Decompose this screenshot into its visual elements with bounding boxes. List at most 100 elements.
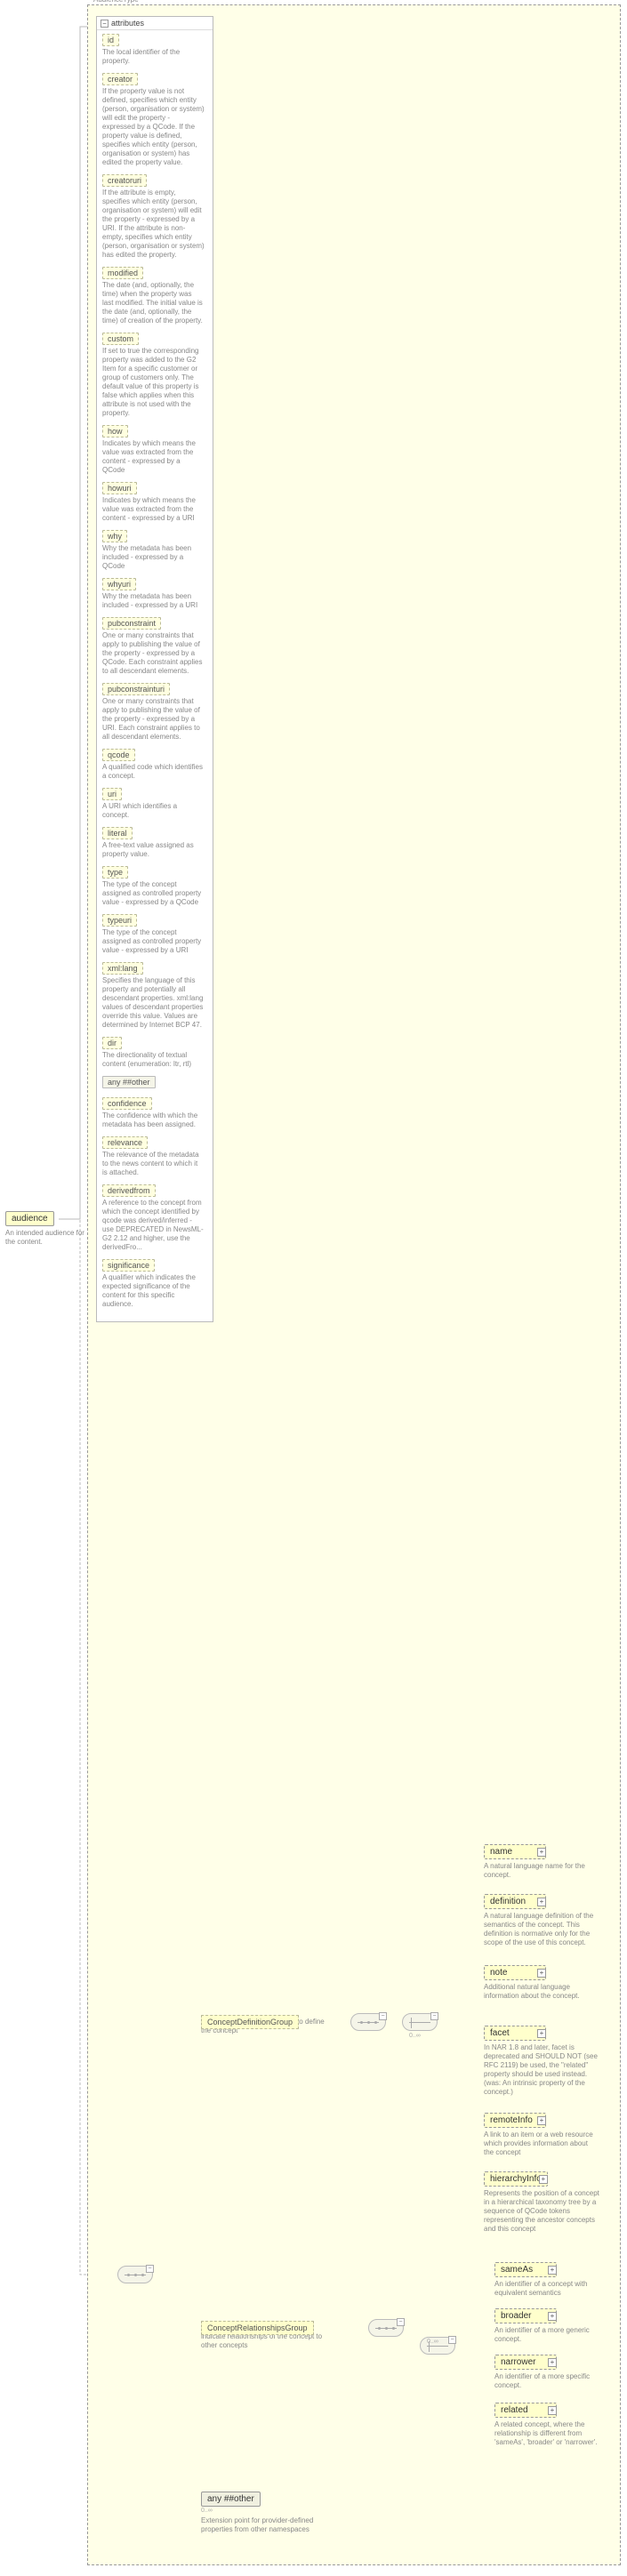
attribute-pubconstrainturi[interactable]: pubconstrainturiOne or many constraints …: [102, 683, 207, 742]
attribute-uri[interactable]: uri A URI which identifies a concept.: [102, 788, 207, 820]
expand-icon[interactable]: +: [548, 2358, 557, 2367]
element-desc: Additional natural language information …: [484, 1983, 599, 2001]
attributes-body: idThe local identifier of the property. c…: [97, 30, 213, 1321]
attr-name-label: relevance: [102, 1136, 148, 1149]
expand-icon[interactable]: +: [537, 1969, 546, 1978]
attribute-type[interactable]: typeThe type of the concept assigned as …: [102, 866, 207, 907]
element-label: facet+: [484, 2026, 546, 2041]
attribute-qcode[interactable]: qcodeA qualified code which identifies a…: [102, 749, 207, 781]
attribute-id[interactable]: idThe local identifier of the property.: [102, 34, 207, 66]
attr-name-label: creatoruri: [102, 174, 147, 187]
attributes-title: attributes: [111, 19, 144, 28]
element-label: note+: [484, 1965, 546, 1980]
element-hierarchyInfo[interactable]: hierarchyInfo+Represents the position of…: [484, 2171, 599, 2234]
cdg-sequence[interactable]: −: [350, 2013, 386, 2031]
attr-name-label: custom: [102, 333, 139, 345]
attr-name-label: howuri: [102, 482, 137, 494]
attr-name-label: uri: [102, 788, 122, 800]
expand-icon[interactable]: +: [537, 1898, 546, 1906]
attribute-any_other[interactable]: any ##other: [102, 1076, 207, 1090]
attr-name-label: literal: [102, 827, 133, 839]
attr-desc: The relevance of the metadata to the new…: [102, 1151, 205, 1177]
attr-name-label: significance: [102, 1259, 155, 1272]
attr-name-label: pubconstrainturi: [102, 683, 170, 695]
sequence-compositor[interactable]: −: [117, 2266, 153, 2283]
element-desc: A link to an item or a web resource whic…: [484, 2131, 599, 2157]
expand-icon[interactable]: +: [537, 1848, 546, 1857]
attribute-custom[interactable]: custom If set to true the corresponding p…: [102, 333, 207, 418]
attribute-typeuri[interactable]: typeuriThe type of the concept assigned …: [102, 914, 207, 955]
attribute-whyuri[interactable]: whyuriWhy the metadata has been included…: [102, 578, 207, 610]
attr-name-label: typeuri: [102, 914, 137, 927]
attr-desc: If set to true the corresponding propert…: [102, 347, 205, 418]
attribute-creator[interactable]: creatorIf the property value is not defi…: [102, 73, 207, 167]
attribute-dir[interactable]: dirThe directionality of textual content…: [102, 1037, 207, 1069]
attribute-creatoruri[interactable]: creatoruri If the attribute is empty, spe…: [102, 174, 207, 260]
attr-name-label: confidence: [102, 1097, 152, 1110]
attr-desc: If the attribute is empty, specifies whi…: [102, 189, 205, 260]
attribute-modified[interactable]: modifiedThe date (and, optionally, the t…: [102, 267, 207, 325]
attribute-howuri[interactable]: howuri Indicates by which means the value…: [102, 482, 207, 523]
attribute-pubconstraint[interactable]: pubconstraintOne or many constraints tha…: [102, 617, 207, 676]
attr-desc: A URI which identifies a concept.: [102, 802, 205, 820]
attr-desc: A qualified code which identifies a conc…: [102, 763, 205, 781]
attr-desc: Why the metadata has been included - exp…: [102, 544, 205, 571]
group-concept-definition[interactable]: ConceptDefinitionGroup: [201, 2015, 299, 2029]
expand-icon[interactable]: +: [548, 2406, 557, 2415]
attr-desc: Indicates by which means the value was e…: [102, 439, 205, 475]
expand-icon[interactable]: +: [548, 2266, 557, 2275]
cardinality: 0..∞: [409, 2033, 421, 2039]
element-note[interactable]: note+ Additional natural language informa…: [484, 1965, 599, 2001]
attribute-xml:lang[interactable]: xml:langSpecifies the language of this p…: [102, 962, 207, 1030]
element-remoteInfo[interactable]: remoteInfo+ A link to an item or a web re…: [484, 2113, 599, 2157]
attribute-significance[interactable]: significanceA qualifier which indicates …: [102, 1259, 207, 1309]
element-desc: A natural language definition of the sem…: [484, 1912, 599, 1947]
crg-sequence[interactable]: −: [368, 2319, 404, 2337]
element-facet[interactable]: facet+In NAR 1.8 and later, facet is dep…: [484, 2026, 599, 2097]
attr-desc: One or many constraints that apply to pu…: [102, 631, 205, 676]
collapse-icon[interactable]: −: [100, 20, 109, 28]
attr-desc: If the property value is not defined, sp…: [102, 87, 205, 167]
extension-any-other[interactable]: any ##other 0..∞ Extension point for pro…: [201, 2492, 317, 2534]
minus-icon: −: [448, 2336, 456, 2344]
attr-desc: The confidence with which the metadata h…: [102, 1111, 205, 1129]
expand-icon[interactable]: +: [537, 2029, 546, 2038]
attribute-why[interactable]: whyWhy the metadata has been included - …: [102, 530, 207, 571]
element-name[interactable]: name+ A natural language name for the con…: [484, 1844, 599, 1880]
element-label: remoteInfo+: [484, 2113, 546, 2128]
group-concept-relationships[interactable]: ConceptRelationshipsGroup: [201, 2321, 314, 2335]
attribute-derivedfrom[interactable]: derivedfromA reference to the concept fr…: [102, 1184, 207, 1252]
root-element[interactable]: audience An intended audience for the co…: [5, 1211, 85, 1247]
ext-label: any ##other: [201, 2492, 261, 2507]
cardinality: 0..∞: [427, 2339, 438, 2345]
attr-desc: Indicates by which means the value was e…: [102, 496, 205, 523]
cardinality: 0..∞: [201, 2508, 317, 2514]
attribute-how[interactable]: howIndicates by which means the value wa…: [102, 425, 207, 475]
expand-icon[interactable]: +: [537, 2116, 546, 2125]
attr-name-label: dir: [102, 1037, 122, 1049]
attr-desc: The type of the concept assigned as cont…: [102, 880, 205, 907]
attr-name-label: id: [102, 34, 119, 46]
element-label: name+: [484, 1844, 546, 1859]
element-label: definition+: [484, 1894, 546, 1909]
attributes-header[interactable]: − attributes: [97, 17, 213, 30]
element-definition[interactable]: definition+ A natural language definition…: [484, 1894, 599, 1947]
element-narrower[interactable]: narrower+An identifier of a more specifi…: [494, 2355, 610, 2390]
element-related[interactable]: related+A related concept, where the rel…: [494, 2403, 610, 2447]
expand-icon[interactable]: +: [548, 2312, 557, 2321]
attribute-confidence[interactable]: confidenceThe confidence with which the …: [102, 1097, 207, 1129]
attribute-relevance[interactable]: relevance The relevance of the metadata t…: [102, 1136, 207, 1177]
element-label: narrower+: [494, 2355, 557, 2370]
attr-desc: A free-text value assigned as property v…: [102, 841, 205, 859]
element-broader[interactable]: broader+An identifier of a more generic …: [494, 2308, 610, 2344]
element-sameAs[interactable]: sameAs+An identifier of a concept with e…: [494, 2262, 610, 2298]
expand-icon[interactable]: +: [539, 2175, 548, 2184]
element-desc: An identifier of a more generic concept.: [494, 2326, 610, 2344]
attr-name-label: pubconstraint: [102, 617, 161, 630]
element-desc: A natural language name for the concept.: [484, 1862, 599, 1880]
attr-desc: Specifies the language of this property …: [102, 976, 205, 1030]
attr-name-label: modified: [102, 267, 143, 279]
attribute-literal[interactable]: literal A free-text value assigned as pro…: [102, 827, 207, 859]
cdg-choice[interactable]: −: [402, 2013, 438, 2031]
type-title: AudienceType: [92, 0, 141, 4]
